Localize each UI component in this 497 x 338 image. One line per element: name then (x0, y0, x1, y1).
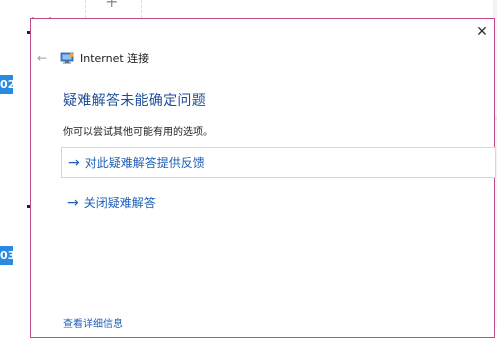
background-step-badge: 03 (0, 246, 15, 265)
close-troubleshooter-option-label: 关闭疑难解答 (83, 196, 156, 210)
page-title: 疑难解答未能确定问题 (63, 93, 206, 109)
network-icon (60, 52, 74, 64)
feedback-option-button[interactable]: → 对此疑难解答提供反馈 (61, 147, 496, 178)
troubleshooter-dialog: ✕ ← Internet 连接 疑难解答未能确定问题 你可以尝试其他可能有用的选… (30, 18, 496, 338)
view-details-link[interactable]: 查看详细信息 (63, 315, 123, 330)
dialog-titlebar: ← Internet 连接 (37, 50, 149, 66)
arrow-right-icon: → (67, 194, 79, 211)
close-troubleshooter-option-button[interactable]: → 关闭疑难解答 (61, 187, 261, 218)
background-step-badge: 02 (0, 75, 15, 94)
description-text: 你可以尝试其他可能有用的选项。 (63, 127, 213, 138)
feedback-option-label: 对此疑难解答提供反馈 (84, 156, 205, 170)
close-icon[interactable]: ✕ (472, 22, 492, 42)
back-arrow-icon[interactable]: ← (37, 50, 51, 66)
background-plus-icon: + (105, 0, 119, 11)
arrow-right-icon: → (68, 154, 80, 171)
dialog-title: Internet 连接 (80, 52, 150, 65)
